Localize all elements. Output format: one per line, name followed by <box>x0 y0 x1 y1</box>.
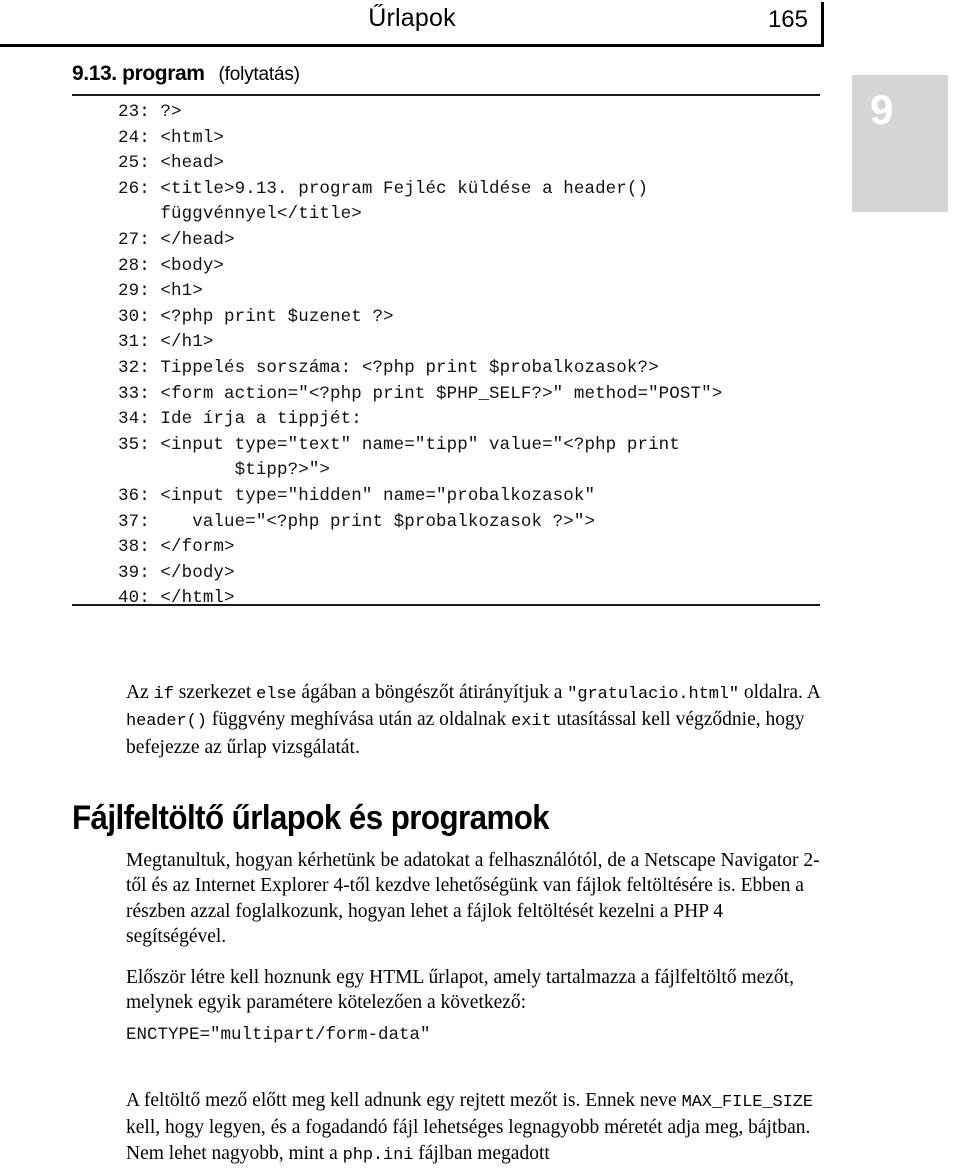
code-line: 40: </html> <box>118 586 838 612</box>
par1-code-if: if <box>154 685 174 704</box>
code-line: $tipp?>"> <box>118 458 838 484</box>
par5-code-maxfilesize: MAX_FILE_SIZE <box>682 1093 813 1112</box>
listing-caption-note: (folytatás) <box>219 64 300 85</box>
code-enctype: ENCTYPE="multipart/form-data" <box>126 1025 431 1045</box>
par1-text-1: Az <box>126 682 154 703</box>
code-line: 28: <body> <box>118 254 838 280</box>
chapter-number: 9 <box>870 89 893 131</box>
code-line: 37: value="<?php print $probalkozasok ?>… <box>118 510 838 536</box>
listing-bottom-rule <box>72 604 820 606</box>
code-line: 25: <head> <box>118 151 838 177</box>
par5-code-phpini: php.ini <box>343 1146 414 1165</box>
par1-code-exit: exit <box>511 712 551 731</box>
code-line: 30: <?php print $uzenet ?> <box>118 305 838 331</box>
par1-text-4: oldalra. A <box>739 682 820 703</box>
par1-code-gratulacio: "gratulacio.html" <box>567 685 739 704</box>
code-line: 24: <html> <box>118 126 838 152</box>
par5-text-1: A feltöltő mező előtt meg kell adnunk eg… <box>126 1090 682 1111</box>
code-listing: 23: ?>24: <html>25: <head>26: <title>9.1… <box>118 100 838 612</box>
running-head-vertical-rule <box>821 2 824 47</box>
code-line: 39: </body> <box>118 561 838 587</box>
paragraph-max-file-size: A feltöltő mező előtt meg kell adnunk eg… <box>126 1088 826 1168</box>
code-line: 32: Tippelés sorszáma: <?php print $prob… <box>118 356 838 382</box>
code-line: 35: <input type="text" name="tipp" value… <box>118 433 838 459</box>
code-line: 23: ?> <box>118 100 838 126</box>
par1-text-2: szerkezet <box>174 682 256 703</box>
paragraph-html-form: Először létre kell hoznunk egy HTML űrla… <box>126 965 826 1016</box>
code-line: 31: </h1> <box>118 330 838 356</box>
par1-code-else: else <box>256 685 296 704</box>
page-number: 165 <box>700 6 808 34</box>
code-line: 36: <input type="hidden" name="probalkoz… <box>118 484 838 510</box>
running-head-rule <box>0 44 824 47</box>
paragraph-intro-upload: Megtanultuk, hogyan kérhetünk be adatoka… <box>126 848 826 950</box>
listing-caption-title: 9.13. program <box>72 62 205 85</box>
running-head: Űrlapok 165 <box>0 0 960 50</box>
par1-text-5: függvény meghívása után az oldalnak <box>207 709 511 730</box>
paragraph-if-else: Az if szerkezet else ágában a böngészőt … <box>126 680 826 761</box>
listing-caption: 9.13. program (folytatás) <box>72 62 820 92</box>
code-line: 34: Ide írja a tippjét: <box>118 407 838 433</box>
code-line: 27: </head> <box>118 228 838 254</box>
section-heading: Fájlfeltöltő űrlapok és programok <box>72 799 771 838</box>
chapter-thumb-tab: 9 <box>852 75 948 212</box>
code-line: 29: <h1> <box>118 279 838 305</box>
par5-text-3: fájlban megadott <box>413 1143 549 1164</box>
code-line: 38: </form> <box>118 535 838 561</box>
code-line: függvénnyel</title> <box>118 202 838 228</box>
listing-top-rule <box>72 94 820 96</box>
par1-code-header: header() <box>126 712 207 731</box>
code-line: 33: <form action="<?php print $PHP_SELF?… <box>118 382 838 408</box>
par1-text-3: ágában a böngészőt átirányítjuk a <box>297 682 568 703</box>
code-line: 26: <title>9.13. program Fejléc küldése … <box>118 177 838 203</box>
